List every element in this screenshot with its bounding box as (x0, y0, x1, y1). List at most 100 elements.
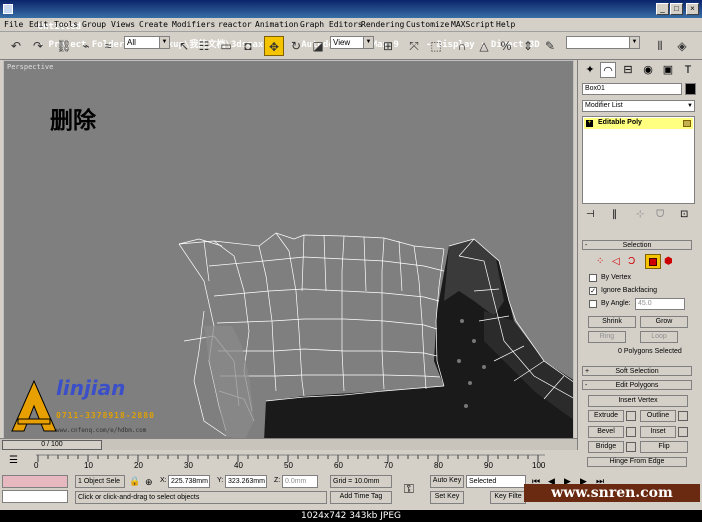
menu-rendering[interactable]: Rendering (361, 19, 404, 31)
maxscript-listener-pink[interactable] (2, 475, 68, 488)
create-tab-icon[interactable]: ✦ (582, 62, 598, 78)
inset-settings-icon[interactable] (678, 427, 688, 437)
soft-selection-rollout-header[interactable]: + Soft Selection (582, 366, 692, 376)
flip-button[interactable]: Flip (640, 441, 688, 453)
expand-icon[interactable]: + (586, 120, 593, 127)
outline-settings-icon[interactable] (678, 411, 688, 421)
time-slider-thumb[interactable]: 0 / 100 (2, 440, 102, 450)
bridge-button[interactable]: Bridge (588, 441, 624, 453)
stack-item[interactable]: + Editable Poly (584, 118, 693, 129)
ref-coord-dropdown[interactable]: View ▼ (330, 36, 374, 49)
y-coordinate[interactable]: 323.263mm (225, 475, 267, 488)
bevel-settings-icon[interactable] (626, 427, 636, 437)
menu-help[interactable]: Help (496, 19, 515, 31)
menu-maxscript[interactable]: MAXScript (451, 19, 494, 31)
outline-button[interactable]: Outline (640, 410, 676, 422)
menu-modifiers[interactable]: Modifiers (172, 19, 215, 31)
menu-tools[interactable]: Tools (54, 19, 78, 31)
inset-button[interactable]: Inset (640, 426, 676, 438)
spinner-snap-icon[interactable]: ⇕ (518, 36, 538, 56)
unlink-icon[interactable]: ⌁ (76, 36, 96, 56)
select-and-scale-icon[interactable]: ◪ (308, 36, 328, 56)
polygon-level-icon[interactable] (645, 254, 661, 269)
auto-key-button[interactable]: Auto Key (430, 475, 464, 488)
edge-level-icon[interactable]: ◁ (612, 256, 620, 267)
menu-customize[interactable]: Customize (406, 19, 449, 31)
key-mode-dropdown[interactable]: Selected (466, 475, 526, 488)
track-bar-menu-icon[interactable]: ☰ (9, 455, 18, 466)
remove-modifier-icon[interactable]: ᗜ (656, 209, 664, 220)
perspective-viewport[interactable]: Perspective 删除 linjian 0711-3378918-2880… (3, 60, 574, 440)
edit-polygons-rollout-header[interactable]: - Edit Polygons (582, 380, 692, 390)
select-and-rotate-icon[interactable]: ↻ (286, 36, 306, 56)
rect-selection-icon[interactable]: ▭ (216, 36, 236, 56)
modifier-list-dropdown[interactable]: Modifier List ▼ (582, 100, 695, 112)
configure-sets-icon[interactable]: ⊡ (680, 209, 688, 220)
angle-spinner[interactable]: 45.0 (635, 298, 685, 310)
motion-tab-icon[interactable]: ◉ (640, 62, 656, 78)
named-selection-icon[interactable]: ✎ (540, 36, 560, 56)
absolute-mode-icon[interactable]: ⊕ (145, 477, 153, 488)
bridge-settings-icon[interactable] (626, 442, 636, 452)
menu-reactor[interactable]: reactor (218, 19, 252, 31)
show-end-result-icon[interactable]: ∥ (612, 209, 617, 220)
bind-space-warp-icon[interactable]: ≈ (98, 36, 118, 56)
menu-create[interactable]: Create (139, 19, 168, 31)
display-tab-icon[interactable]: ▣ (660, 62, 676, 78)
key-filters-button[interactable]: Key Filte (490, 491, 526, 504)
x-coordinate[interactable]: 225.738mm (168, 475, 210, 488)
extrude-settings-icon[interactable] (626, 411, 636, 421)
menu-graph-editors[interactable]: Graph Editors (300, 19, 363, 31)
shrink-button[interactable]: Shrink (588, 316, 636, 328)
select-by-name-icon[interactable]: ☷ (194, 36, 214, 56)
menu-file[interactable]: File (4, 19, 23, 31)
object-color-swatch[interactable] (685, 83, 696, 95)
lock-selection-icon[interactable]: 🔒 (129, 476, 140, 487)
bevel-button[interactable]: Bevel (588, 426, 624, 438)
make-unique-icon[interactable]: ⊹ (636, 209, 644, 220)
set-key-button[interactable]: Set Key (430, 491, 464, 504)
menu-edit[interactable]: Edit (29, 19, 48, 31)
vertex-level-icon[interactable]: ⁘ (596, 256, 604, 267)
grow-button[interactable]: Grow (640, 316, 688, 328)
select-object-icon[interactable]: ↖ (174, 36, 194, 56)
minimize-button[interactable]: _ (656, 3, 669, 15)
object-name-field[interactable]: Box01 (582, 83, 682, 95)
close-button[interactable]: × (686, 3, 699, 15)
percent-snap-icon[interactable]: % (496, 36, 516, 56)
menu-group[interactable]: Group (82, 19, 106, 31)
angle-snap-icon[interactable]: △ (474, 36, 494, 56)
add-time-tag-button[interactable]: Add Time Tag (330, 491, 392, 504)
selection-filter-dropdown[interactable]: All ▼ (124, 36, 170, 49)
named-selection-dropdown[interactable]: ▼ (566, 36, 640, 49)
insert-vertex-button[interactable]: Insert Vertex (588, 395, 688, 407)
maximize-button[interactable]: □ (670, 3, 683, 15)
utilities-tab-icon[interactable]: Т (680, 62, 696, 78)
border-level-icon[interactable]: Ɔ (628, 256, 635, 267)
modify-tab-icon[interactable]: ◠ (600, 62, 616, 78)
menu-views[interactable]: Views (111, 19, 135, 31)
snap-toggle-icon[interactable]: ∩ (452, 36, 472, 56)
extrude-button[interactable]: Extrude (588, 410, 624, 422)
menu-animation[interactable]: Animation (255, 19, 298, 31)
pin-stack-icon[interactable]: ⊣ (586, 209, 595, 220)
hierarchy-tab-icon[interactable]: ⊟ (620, 62, 636, 78)
light-bulb-icon[interactable] (683, 120, 691, 127)
loop-button[interactable]: Loop (640, 331, 678, 343)
mirror-icon[interactable]: ⫴ (650, 36, 670, 56)
time-slider-track[interactable]: 0 / 100 (0, 438, 577, 450)
manipulate-icon[interactable]: ⤧ (404, 36, 424, 56)
by-angle-checkbox[interactable] (589, 300, 597, 308)
select-and-move-icon[interactable]: ✥ (264, 36, 284, 56)
element-level-icon[interactable]: ⬢ (664, 256, 673, 267)
select-link-icon[interactable]: ⛓ (54, 36, 74, 56)
redo-icon[interactable]: ↷ (28, 36, 48, 56)
pivot-center-icon[interactable]: ⊞ (378, 36, 398, 56)
ring-button[interactable]: Ring (588, 331, 626, 343)
undo-icon[interactable]: ↶ (6, 36, 26, 56)
align-icon[interactable]: ◈ (672, 36, 692, 56)
keyboard-shortcut-icon[interactable]: ⬚ (426, 36, 446, 56)
by-vertex-checkbox[interactable] (589, 274, 597, 282)
z-coordinate[interactable]: 0.0mm (282, 475, 318, 488)
ignore-backfacing-checkbox[interactable]: ✓ (589, 287, 597, 295)
